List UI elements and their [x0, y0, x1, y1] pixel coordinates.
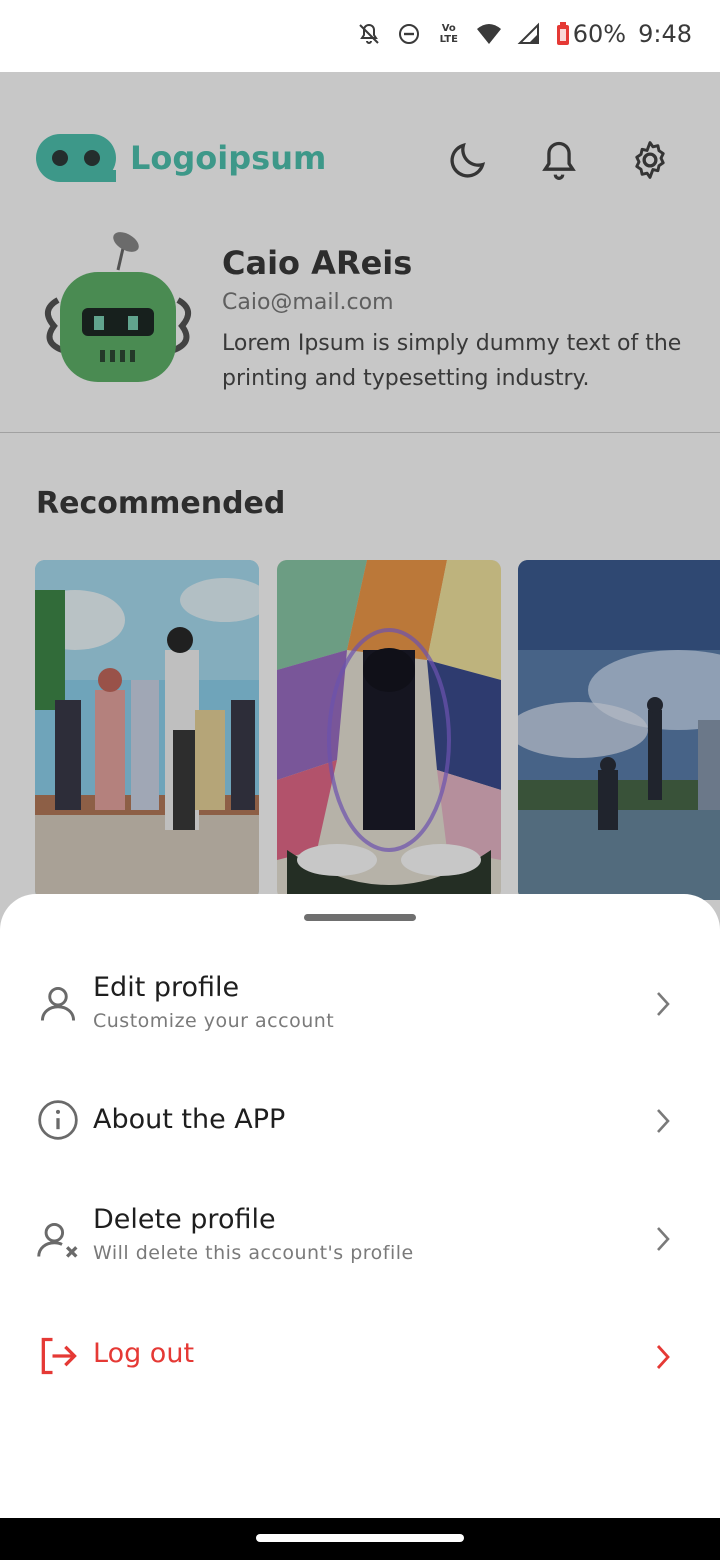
bell-icon[interactable] [537, 138, 581, 182]
menu-item-delete-profile[interactable]: Delete profile Will delete this account'… [0, 1190, 720, 1290]
user-remove-icon [36, 1218, 80, 1262]
volte-icon: Vo LTE [435, 20, 463, 48]
user-icon [36, 982, 80, 1026]
info-icon [36, 1098, 80, 1142]
status-bar: Vo LTE 60% 9:48 [0, 0, 720, 72]
menu-item-title: About the APP [93, 1104, 286, 1135]
app-logo: Logoipsum [36, 134, 326, 182]
drag-handle[interactable] [304, 914, 416, 921]
menu-item-edit-profile[interactable]: Edit profile Customize your account [0, 954, 720, 1054]
anime-poster-3[interactable] [518, 560, 720, 900]
profile-name: Caio AReis [222, 244, 413, 282]
anime-poster-2[interactable] [277, 560, 501, 900]
volte-label: Vo [441, 23, 456, 34]
battery-icon [555, 20, 571, 48]
logout-icon [36, 1334, 80, 1378]
avatar[interactable] [38, 230, 198, 390]
menu-item-title: Log out [93, 1338, 195, 1369]
do-not-disturb-icon [395, 20, 423, 48]
system-nav-bar [0, 1518, 720, 1560]
chevron-right-icon [652, 1342, 674, 1372]
recommended-title: Recommended [36, 486, 286, 521]
profile-card: Caio AReis Caio@mail.com Lorem Ipsum is … [0, 222, 720, 432]
chevron-right-icon [652, 1224, 674, 1254]
logo-icon [36, 134, 116, 182]
chevron-right-icon [652, 989, 674, 1019]
bottom-sheet: Edit profile Customize your account Abou… [0, 894, 720, 1518]
profile-bio: Lorem Ipsum is simply dummy text of the … [222, 331, 682, 391]
home-gesture-handle[interactable] [256, 1534, 464, 1542]
logo-text: Logoipsum [130, 139, 327, 177]
recommended-carousel[interactable] [35, 560, 720, 900]
chevron-right-icon [652, 1106, 674, 1136]
status-icons: Vo LTE 60% 9:48 [355, 20, 692, 48]
notifications-off-icon [355, 20, 383, 48]
signal-icon [515, 20, 543, 48]
battery-indicator: 60% [555, 20, 626, 48]
anime-poster-1[interactable] [35, 560, 259, 900]
profile-email: Caio@mail.com [222, 290, 394, 315]
menu-item-title: Delete profile [93, 1204, 276, 1235]
menu-item-subtitle: Will delete this account's profile [93, 1242, 414, 1264]
divider [0, 432, 720, 433]
wifi-icon [475, 20, 503, 48]
lte-label: LTE [439, 34, 458, 45]
menu-item-log-out[interactable]: Log out [0, 1308, 720, 1408]
moon-icon[interactable] [446, 138, 490, 182]
menu-item-subtitle: Customize your account [93, 1010, 335, 1032]
menu-item-about-app[interactable]: About the APP [0, 1072, 720, 1172]
clock: 9:48 [638, 20, 692, 48]
gear-icon[interactable] [628, 138, 672, 182]
battery-percent: 60% [572, 20, 627, 48]
menu-item-title: Edit profile [93, 972, 240, 1003]
